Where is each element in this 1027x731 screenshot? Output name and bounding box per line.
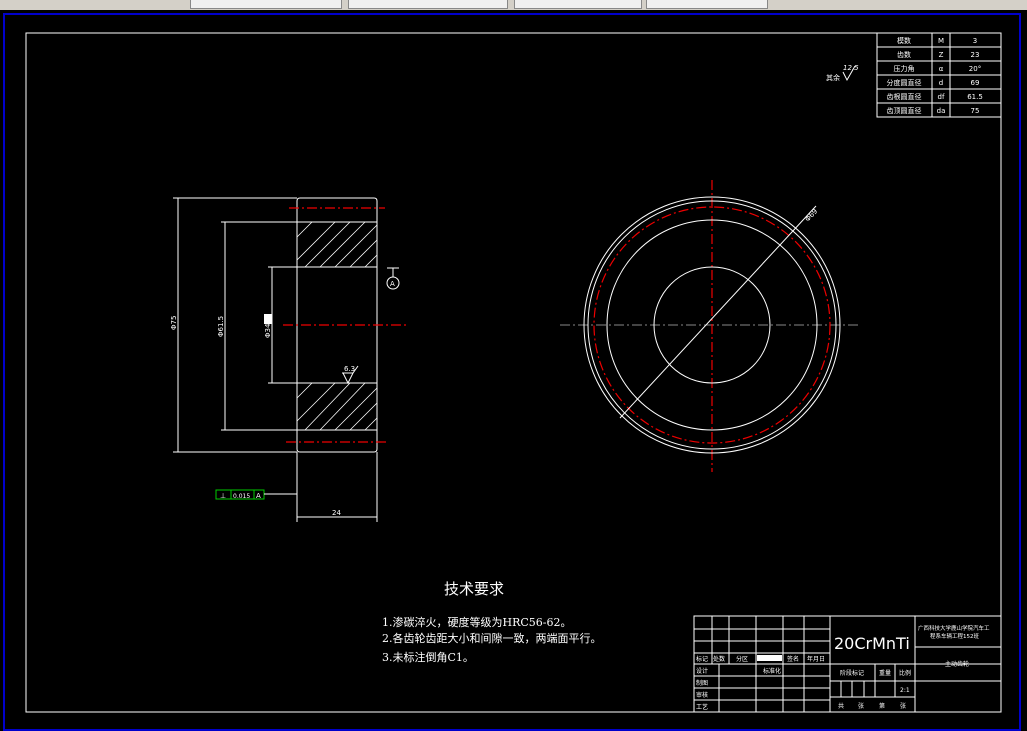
- tb-label: 设计: [696, 667, 708, 675]
- param-name: 模数: [897, 36, 911, 45]
- tb-label: 比例: [899, 669, 911, 677]
- tb-label: 第: [879, 702, 885, 710]
- param-value: 61.5: [967, 93, 983, 101]
- tb-scale-value: 2:1: [900, 687, 910, 694]
- tb-label: 签名: [787, 655, 799, 663]
- tb-label: 制图: [696, 679, 708, 687]
- tech-req-item: 3.未标注倒角C1。: [382, 650, 474, 664]
- tolerance-datum: A: [256, 492, 261, 500]
- dim-bore-diameter: Φ34: [264, 323, 272, 338]
- param-value: 75: [971, 107, 980, 115]
- datum-label: A: [390, 280, 395, 288]
- tolerance-value: 0.015: [233, 493, 250, 500]
- tb-label: 年月日: [807, 655, 825, 663]
- dim-outer-diameter: Φ75: [170, 316, 178, 330]
- dim-root-diameter: Φ61.5: [217, 316, 225, 337]
- tech-req-item: 1.渗碳淬火，硬度等级为HRC56-62。: [382, 615, 572, 629]
- param-symbol: da: [937, 107, 946, 115]
- tb-school: 程系车辆工程152班: [930, 632, 979, 640]
- tb-label: 工艺: [696, 703, 708, 711]
- tb-label: 阶段标记: [840, 669, 864, 677]
- tb-label: 张: [900, 702, 906, 710]
- param-name: 齿顶圆直径: [887, 106, 922, 115]
- tech-req-item: 2.各齿轮齿距大小和间隙一致，两端面平行。: [382, 631, 602, 645]
- param-name: 齿根圆直径: [887, 92, 922, 101]
- tb-label: 分区: [736, 655, 748, 663]
- tolerance-symbol: ⊥: [220, 492, 226, 500]
- param-symbol: d: [939, 79, 943, 87]
- param-symbol: M: [938, 37, 944, 45]
- param-name: 齿数: [897, 50, 911, 59]
- param-value: 3: [973, 37, 977, 45]
- param-name: 压力角: [894, 64, 915, 73]
- roughness-label: 其余: [826, 73, 840, 82]
- roughness-value: 6.3: [344, 365, 355, 373]
- tb-label: 张: [858, 702, 864, 710]
- param-value: 23: [971, 51, 980, 59]
- roughness-value: 12.5: [843, 64, 859, 72]
- tb-label: 标准化: [763, 667, 781, 675]
- tb-label: 标记: [696, 655, 708, 663]
- tb-label: 重量: [879, 669, 891, 677]
- tech-req-title: 技术要求: [444, 580, 504, 598]
- param-value: 20°: [969, 65, 981, 73]
- tb-part-name: 主动齿轮: [945, 660, 969, 668]
- tb-label: 审核: [696, 691, 708, 699]
- tb-school: 广西科技大学鹿山学院汽车工: [918, 624, 990, 632]
- param-symbol: df: [938, 93, 945, 101]
- param-symbol: α: [939, 65, 944, 73]
- param-value: 69: [971, 79, 980, 87]
- tb-label: 共: [838, 702, 844, 710]
- tb-material: 20CrMnTi: [834, 634, 910, 653]
- param-name: 分度圆直径: [887, 78, 922, 87]
- param-symbol: Z: [939, 51, 944, 59]
- tb-label: 处数: [713, 655, 725, 663]
- dim-width: 24: [332, 509, 341, 517]
- drawing-canvas[interactable]: 模数 M 3 齿数 Z 23 压力角 α 20° 分度圆直径 d 69 齿根圆直…: [0, 0, 1027, 731]
